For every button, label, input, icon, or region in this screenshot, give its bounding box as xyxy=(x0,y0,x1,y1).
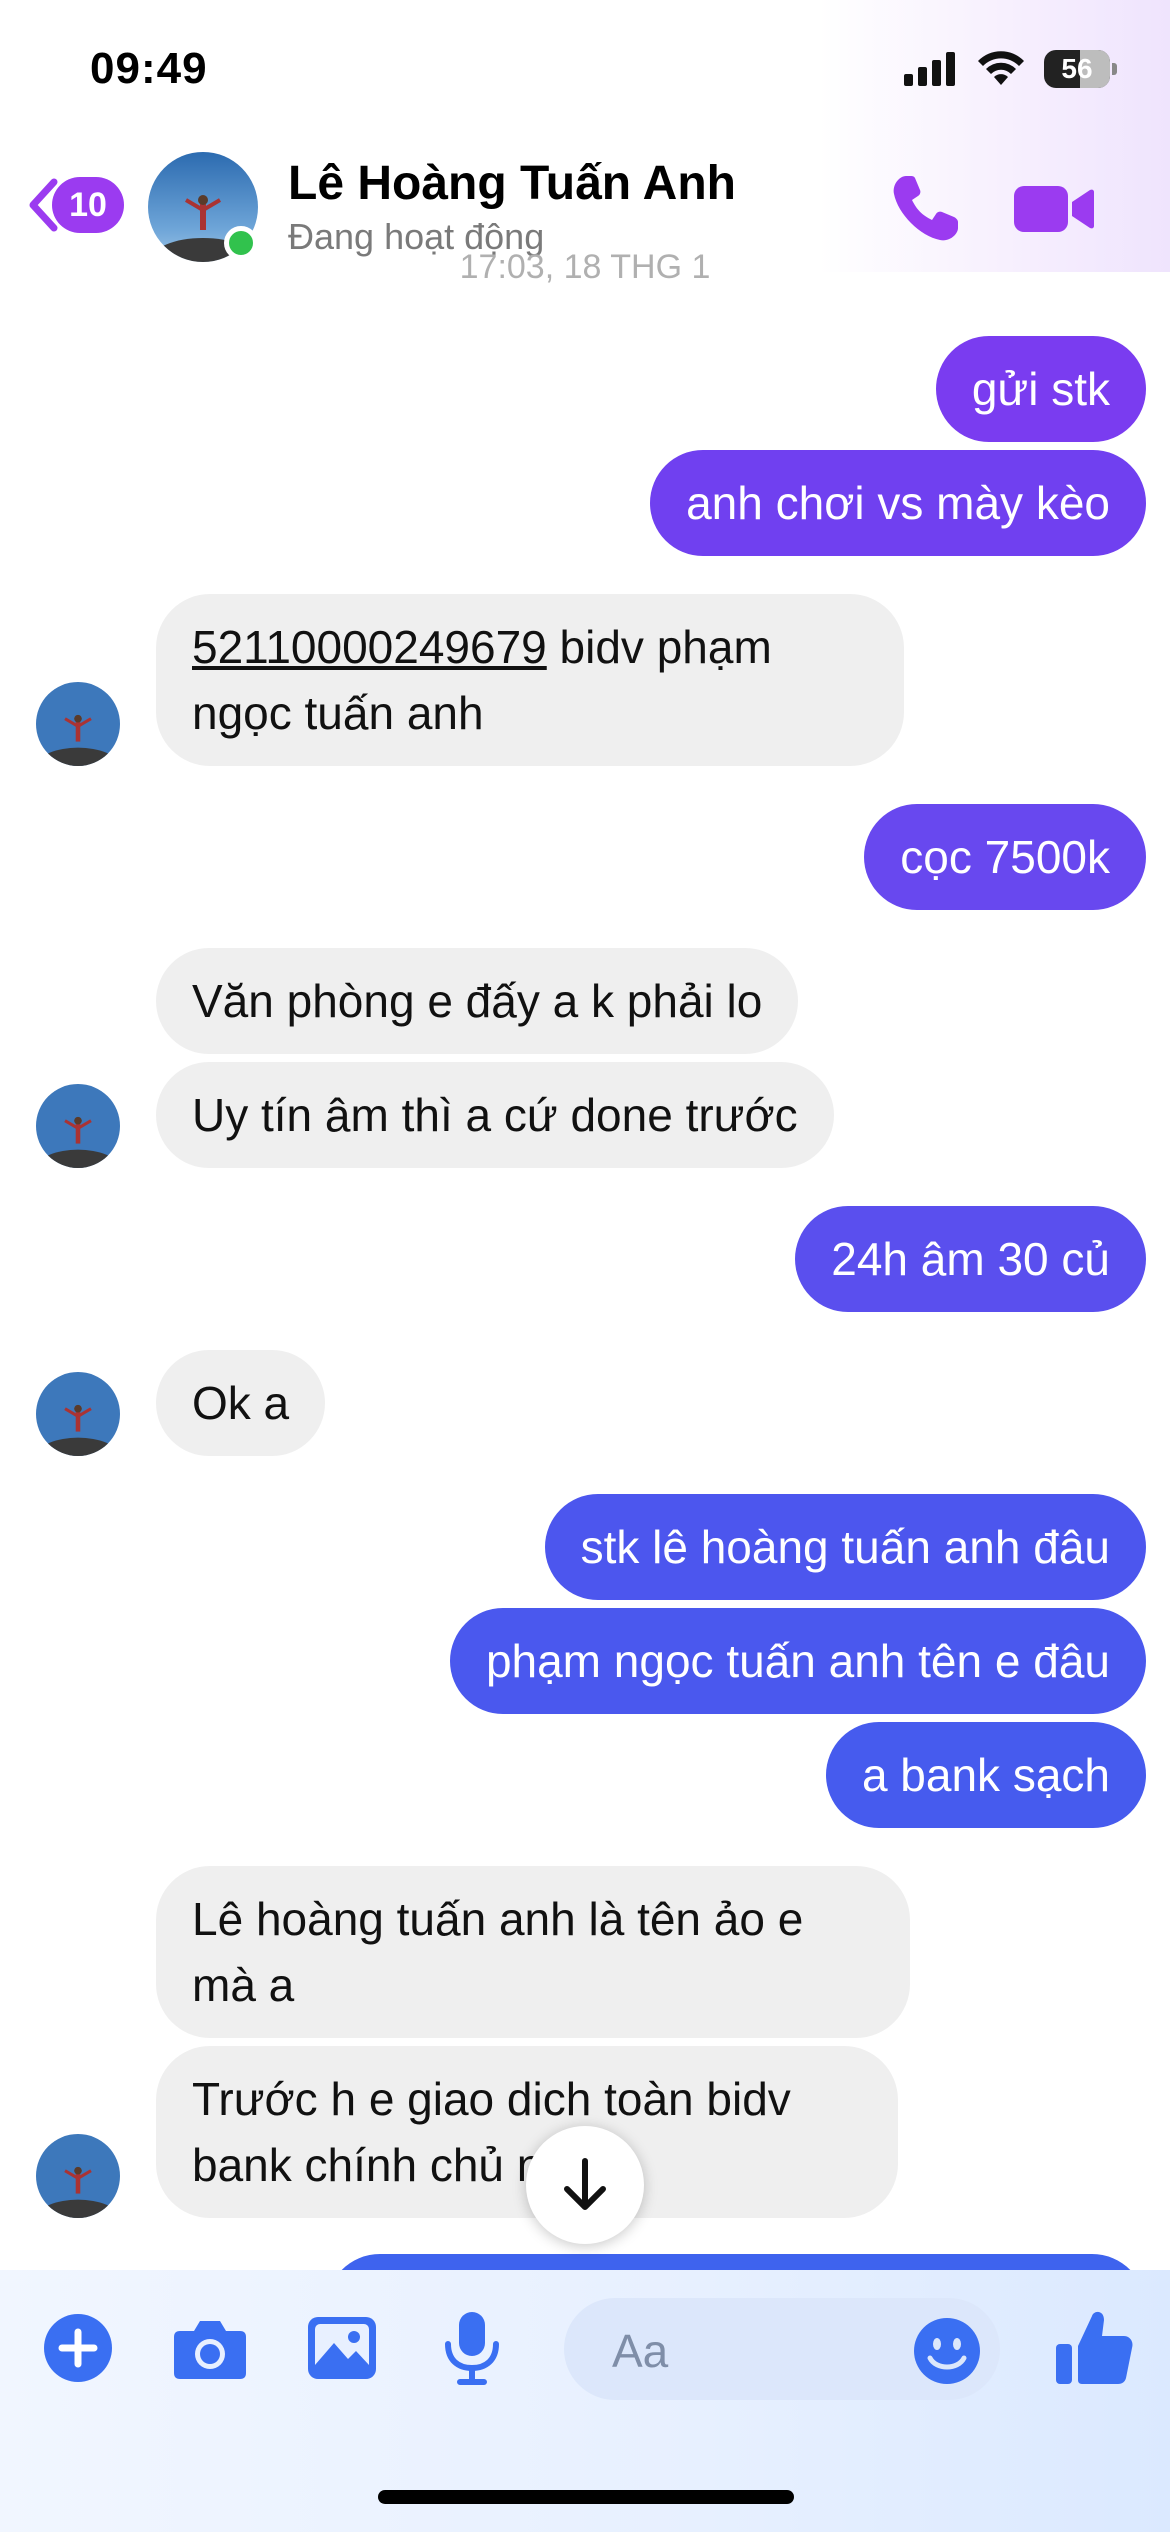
scroll-to-bottom-button[interactable] xyxy=(526,2126,644,2244)
contact-name[interactable]: Lê Hoàng Tuấn Anh xyxy=(288,156,736,211)
video-call-button[interactable] xyxy=(1010,168,1096,250)
message-line: mà a xyxy=(192,1959,295,2011)
sender-avatar[interactable] xyxy=(36,2134,120,2218)
more-actions-button[interactable] xyxy=(38,2308,118,2388)
image-icon xyxy=(308,2317,376,2379)
like-button[interactable] xyxy=(1052,2306,1136,2390)
message-bubble-outgoing[interactable]: phạm ngọc tuấn anh tên e đâu xyxy=(449,1608,1146,1714)
video-camera-icon xyxy=(1014,186,1094,232)
message-bubble-outgoing[interactable]: cọc 7500k xyxy=(864,804,1146,910)
message-bubble-outgoing[interactable]: gửi stk xyxy=(935,336,1146,442)
message-bubble-incoming[interactable]: Ok a xyxy=(156,1350,326,1456)
conversation-timestamp: 17:03, 18 THG 1 xyxy=(459,248,711,286)
microphone-icon xyxy=(445,2312,499,2385)
status-bar: 09:49 56 xyxy=(0,0,1170,140)
sender-avatar[interactable] xyxy=(36,682,120,766)
message-bubble-outgoing[interactable]: 24h âm 30 củ xyxy=(795,1206,1146,1312)
status-icons: 56 xyxy=(904,50,1117,88)
sender-avatar[interactable] xyxy=(36,1084,120,1168)
message-line: Lê hoàng tuấn anh là tên ảo e xyxy=(192,1893,804,1945)
message-input-placeholder: Aa xyxy=(612,2325,669,2377)
gallery-button[interactable] xyxy=(302,2308,382,2388)
phone-icon xyxy=(893,176,958,241)
battery-level: 56 xyxy=(1061,53,1093,84)
message-line: Trước h e giao dich toàn bidv xyxy=(192,2073,791,2125)
status-time: 09:49 xyxy=(90,44,208,93)
account-number-link[interactable]: 52110000249679 xyxy=(192,621,547,673)
message-bubble-incoming[interactable]: 52110000249679 bidv phạm ngọc tuấn anh xyxy=(156,594,904,766)
emoji-button[interactable] xyxy=(912,2316,982,2386)
cellular-signal-icon xyxy=(904,52,955,86)
message-bubble-outgoing[interactable]: a bank sạch xyxy=(825,1722,1146,1828)
thumbs-up-icon xyxy=(1056,2311,1133,2384)
emoji-icon xyxy=(914,2318,980,2384)
sender-avatar[interactable] xyxy=(36,1372,120,1456)
camera-icon xyxy=(174,2321,246,2379)
unread-count-badge: 10 xyxy=(52,177,124,233)
back-button[interactable]: 10 xyxy=(26,176,124,234)
message-bubble-incoming[interactable]: Văn phòng e đấy a k phải lo xyxy=(156,948,799,1054)
message-bubble-incoming[interactable]: Uy tín âm thì a cứ done trước xyxy=(156,1062,834,1168)
battery-icon: 56 xyxy=(1044,50,1117,88)
voice-message-button[interactable] xyxy=(432,2308,512,2388)
camera-button[interactable] xyxy=(170,2308,250,2388)
plus-icon xyxy=(44,2314,112,2382)
message-line: ngọc tuấn anh xyxy=(192,687,484,739)
home-indicator xyxy=(378,2490,794,2504)
message-bubble-outgoing[interactable]: stk lê hoàng tuấn anh đâu xyxy=(544,1494,1146,1600)
message-bubble-incoming[interactable]: Lê hoàng tuấn anh là tên ảo e mà a xyxy=(156,1866,910,2038)
message-text: bidv phạm xyxy=(546,621,772,673)
audio-call-button[interactable] xyxy=(884,168,966,250)
wifi-icon xyxy=(978,51,1024,85)
message-line: 52110000249679 bidv phạm xyxy=(192,614,868,680)
arrow-down-icon xyxy=(564,2158,606,2210)
message-bubble-outgoing[interactable]: anh chơi vs mày kèo xyxy=(650,450,1146,556)
